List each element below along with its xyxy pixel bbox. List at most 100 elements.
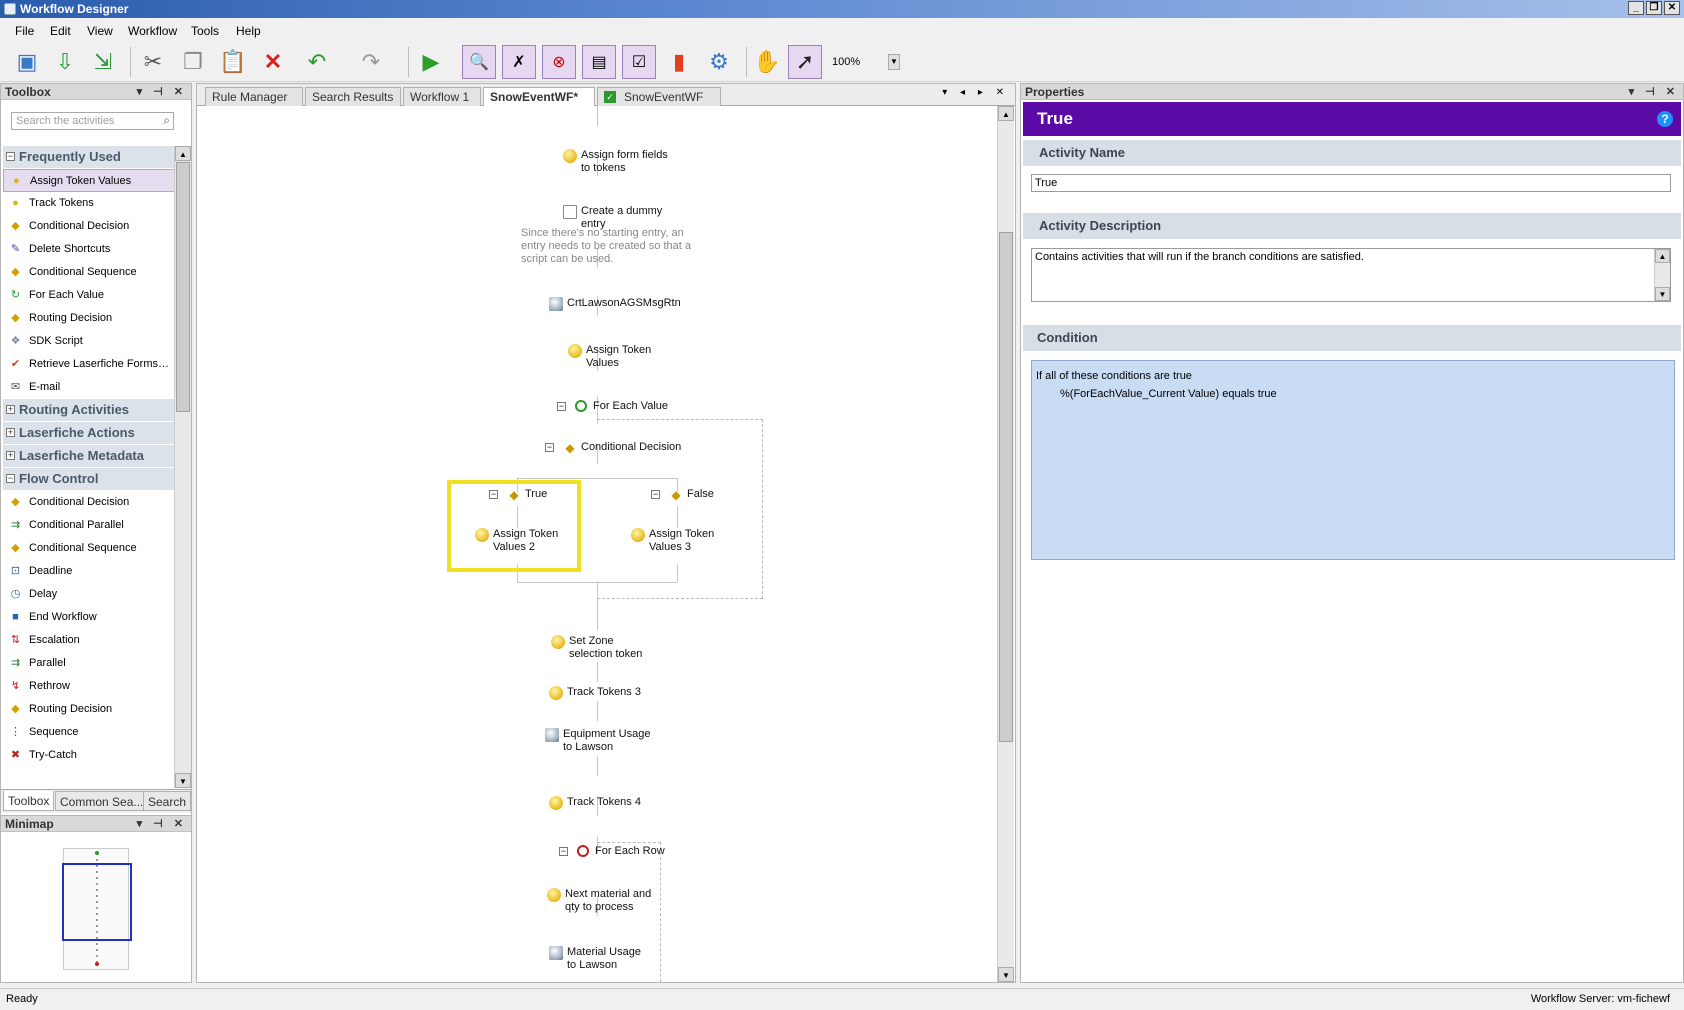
- scroll-down-icon[interactable]: ▼: [175, 773, 191, 788]
- minimize-button[interactable]: _: [1628, 1, 1644, 15]
- tab-search-results[interactable]: Search Results: [305, 87, 401, 106]
- toolbox-activity[interactable]: ✔ Retrieve Laserfiche Forms…: [3, 353, 175, 376]
- toolbox-activity[interactable]: ❖ SDK Script: [3, 330, 175, 353]
- activity-name-input[interactable]: True: [1031, 174, 1671, 192]
- toolbox-category[interactable]: − Flow Control: [3, 468, 175, 490]
- activity-description-textarea[interactable]: Contains activities that will run if the…: [1031, 248, 1671, 302]
- toolbox-activity[interactable]: ■ End Workflow: [3, 606, 175, 629]
- toolbox-activity[interactable]: ⇉ Conditional Parallel: [3, 514, 175, 537]
- toolbox-activity[interactable]: ✎ Delete Shortcuts: [3, 238, 175, 261]
- scroll-up-icon[interactable]: ▲: [1655, 249, 1670, 263]
- run-icon[interactable]: ▶: [414, 45, 448, 79]
- redo-icon[interactable]: ↷: [354, 45, 388, 79]
- toolbox-activity[interactable]: ↯ Rethrow: [3, 675, 175, 698]
- toolbox-activity[interactable]: ◆ Conditional Decision: [3, 491, 175, 514]
- panel-controls[interactable]: ▾ ⊣ ✕: [1629, 84, 1679, 100]
- menu-view[interactable]: View: [87, 24, 113, 38]
- tab-toolbox[interactable]: Toolbox: [3, 791, 55, 811]
- toolbox-activity[interactable]: ◷ Delay: [3, 583, 175, 606]
- description-scrollbar[interactable]: ▲ ▼: [1654, 249, 1670, 301]
- zoom-dropdown-icon[interactable]: ▼: [888, 54, 900, 70]
- collapse-icon[interactable]: −: [489, 490, 498, 499]
- toolbox-activity[interactable]: ◆ Conditional Sequence: [3, 537, 175, 560]
- toolbox-category[interactable]: + Laserfiche Actions: [3, 422, 175, 444]
- pan-hand-icon[interactable]: ✋: [750, 45, 784, 79]
- restore-button[interactable]: ❐: [1646, 1, 1662, 15]
- menu-tools[interactable]: Tools: [191, 24, 219, 38]
- toolbox-activity[interactable]: ✉ E-mail: [3, 376, 175, 399]
- collapse-icon[interactable]: −: [557, 402, 566, 411]
- toolbox-search-input[interactable]: Search the activities ⌕: [11, 112, 174, 130]
- find-icon[interactable]: 🔍: [462, 45, 496, 79]
- close-window-button[interactable]: ✕: [1664, 1, 1680, 15]
- node-track-tokens-4[interactable]: Track Tokens 4: [549, 796, 641, 810]
- copy-icon[interactable]: ❐: [176, 45, 210, 79]
- expand-icon[interactable]: +: [6, 405, 15, 414]
- toolbox-activity[interactable]: ✖ Try-Catch: [3, 744, 175, 767]
- undo-icon[interactable]: ↶: [300, 45, 334, 79]
- delete-icon[interactable]: ✕: [256, 45, 290, 79]
- toolbox-category[interactable]: − Frequently Used: [3, 146, 175, 168]
- help-icon[interactable]: ?: [1657, 111, 1673, 127]
- expand-icon[interactable]: +: [6, 451, 15, 460]
- tab-common-search[interactable]: Common Sea...: [55, 791, 149, 811]
- collapse-icon[interactable]: −: [651, 490, 660, 499]
- node-conditional-decision[interactable]: − ◆ Conditional Decision: [545, 441, 681, 455]
- collapse-icon[interactable]: −: [6, 474, 15, 483]
- zoom-level[interactable]: 100%: [832, 56, 860, 68]
- menu-workflow[interactable]: Workflow: [128, 24, 177, 38]
- condition-rule[interactable]: %(ForEachValue_Current Value) equals tru…: [1036, 385, 1670, 403]
- toolbox-activity[interactable]: ⊡ Deadline: [3, 560, 175, 583]
- menu-file[interactable]: File: [15, 24, 34, 38]
- toolbox-activity[interactable]: ↻ For Each Value: [3, 284, 175, 307]
- node-assign-token-values-3[interactable]: Assign Token Values 3: [631, 528, 714, 554]
- minimap-viewport[interactable]: [62, 863, 132, 941]
- open-workflow-icon[interactable]: ⇩: [48, 45, 82, 79]
- new-workflow-icon[interactable]: ▣: [10, 45, 44, 79]
- tab-snoweventwf-unsaved[interactable]: SnowEventWF*: [483, 87, 595, 107]
- toolbox-activity[interactable]: ◆ Conditional Decision: [3, 215, 175, 238]
- scroll-up-icon[interactable]: ▲: [998, 106, 1014, 121]
- cut-icon[interactable]: ✂: [136, 45, 170, 79]
- scroll-up-icon[interactable]: ▲: [175, 146, 191, 161]
- panel-controls[interactable]: ▾ ⊣ ✕: [137, 84, 187, 100]
- tools-icon[interactable]: ✗: [502, 45, 536, 79]
- collapse-icon[interactable]: −: [6, 152, 15, 161]
- panel-controls[interactable]: ▾ ⊣ ✕: [137, 816, 187, 832]
- toolbox-category[interactable]: + Laserfiche Metadata: [3, 445, 175, 467]
- toolbox-activity[interactable]: ◆ Conditional Sequence: [3, 261, 175, 284]
- workflow-canvas[interactable]: Assign form fields to tokens Create a du…: [197, 106, 997, 982]
- scroll-thumb[interactable]: [999, 232, 1013, 742]
- scroll-thumb[interactable]: [176, 162, 190, 412]
- toolbox-activity[interactable]: ◆ Routing Decision: [3, 698, 175, 721]
- expand-icon[interactable]: +: [6, 428, 15, 437]
- node-branch-false[interactable]: − ◆ False: [651, 488, 714, 502]
- node-equipment-usage[interactable]: Equipment Usage to Lawson: [545, 728, 650, 754]
- collapse-icon[interactable]: −: [545, 443, 554, 452]
- report-chart-icon[interactable]: ▮: [662, 45, 696, 79]
- condition-editor[interactable]: If all of these conditions are true %(Fo…: [1031, 360, 1675, 560]
- publish-icon[interactable]: ⇲: [86, 45, 120, 79]
- tab-nav-controls[interactable]: ▾ ◂ ▸ ✕: [942, 87, 1009, 98]
- tab-workflow-1[interactable]: Workflow 1: [403, 87, 481, 106]
- node-track-tokens-3[interactable]: Track Tokens 3: [549, 686, 641, 700]
- scroll-down-icon[interactable]: ▼: [1655, 287, 1670, 301]
- node-for-each-value[interactable]: − For Each Value: [557, 400, 668, 413]
- properties-icon[interactable]: ▤: [582, 45, 616, 79]
- tab-search[interactable]: Search: [143, 791, 192, 811]
- toolbox-activity[interactable]: ● Track Tokens: [3, 192, 175, 215]
- toolbox-activity[interactable]: ◆ Routing Decision: [3, 307, 175, 330]
- menu-help[interactable]: Help: [236, 24, 261, 38]
- toolbox-scrollbar[interactable]: ▲ ▼: [174, 146, 191, 788]
- stop-icon[interactable]: ⊗: [542, 45, 576, 79]
- node-assign-token-values-2[interactable]: Assign Token Values 2: [475, 528, 558, 554]
- settings-icon[interactable]: ⚙: [702, 45, 736, 79]
- node-material-usage[interactable]: Material Usage to Lawson: [549, 946, 641, 972]
- tab-rule-manager[interactable]: Rule Manager: [205, 87, 303, 106]
- toolbox-activity[interactable]: ⋮ Sequence: [3, 721, 175, 744]
- search-icon[interactable]: ⌕: [163, 113, 170, 128]
- pointer-icon[interactable]: ➚: [788, 45, 822, 79]
- paste-icon[interactable]: 📋: [216, 45, 250, 79]
- canvas-scrollbar[interactable]: ▲ ▼: [997, 106, 1014, 982]
- node-next-material[interactable]: Next material and qty to process: [547, 888, 651, 914]
